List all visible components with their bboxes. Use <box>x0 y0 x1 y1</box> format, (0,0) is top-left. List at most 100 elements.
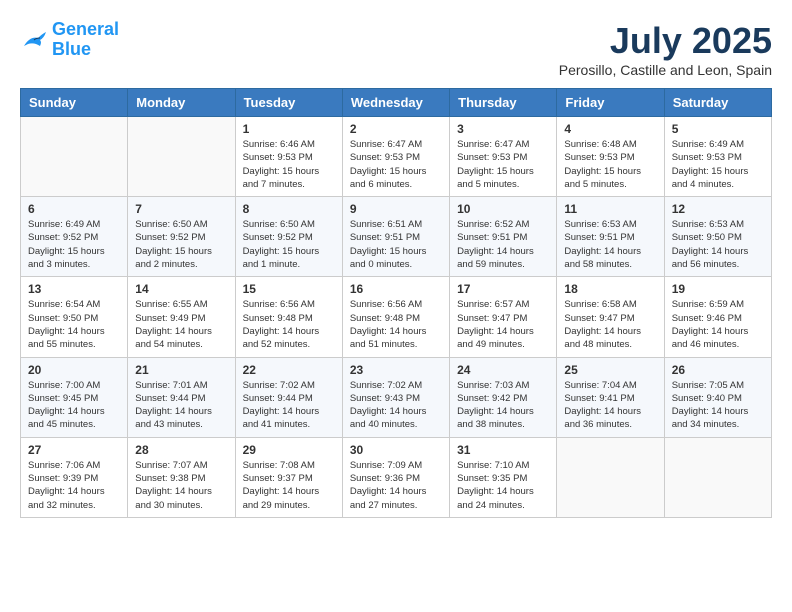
day-number: 27 <box>28 443 120 457</box>
calendar-table: SundayMondayTuesdayWednesdayThursdayFrid… <box>20 88 772 518</box>
day-info: Sunrise: 6:55 AM Sunset: 9:49 PM Dayligh… <box>135 298 227 351</box>
day-number: 9 <box>350 202 442 216</box>
day-info: Sunrise: 6:50 AM Sunset: 9:52 PM Dayligh… <box>243 218 335 271</box>
calendar-cell: 20Sunrise: 7:00 AM Sunset: 9:45 PM Dayli… <box>21 357 128 437</box>
day-number: 21 <box>135 363 227 377</box>
calendar-cell: 15 Sunrise: 6:56 AM Sunset: 9:48 PM Dayli… <box>235 277 342 357</box>
calendar-cell: 9 Sunrise: 6:51 AM Sunset: 9:51 PM Daylig… <box>342 197 449 277</box>
day-number: 25 <box>564 363 656 377</box>
day-number: 29 <box>243 443 335 457</box>
day-number: 31 <box>457 443 549 457</box>
month-title: July 2025 <box>559 20 772 62</box>
day-number: 17 <box>457 282 549 296</box>
day-number: 7 <box>135 202 227 216</box>
logo: General Blue <box>20 20 119 60</box>
day-info: Sunrise: 6:51 AM Sunset: 9:51 PM Dayligh… <box>350 218 442 271</box>
weekday-header-row: SundayMondayTuesdayWednesdayThursdayFrid… <box>21 89 772 117</box>
calendar-cell: 4 Sunrise: 6:48 AM Sunset: 9:53 PM Daylig… <box>557 117 664 197</box>
weekday-header: Thursday <box>450 89 557 117</box>
day-number: 20 <box>28 363 120 377</box>
calendar-cell: 23 Sunrise: 7:02 AM Sunset: 9:43 PM Dayli… <box>342 357 449 437</box>
calendar-cell: 12 Sunrise: 6:53 AM Sunset: 9:50 PM Dayli… <box>664 197 771 277</box>
day-number: 3 <box>457 122 549 136</box>
logo-text: General Blue <box>52 20 119 60</box>
day-info: Sunrise: 6:54 AM Sunset: 9:50 PM Dayligh… <box>28 298 120 351</box>
page-header: General Blue July 2025 Perosillo, Castil… <box>20 20 772 78</box>
title-section: July 2025 Perosillo, Castille and Leon, … <box>559 20 772 78</box>
day-info: Sunrise: 7:09 AM Sunset: 9:36 PM Dayligh… <box>350 459 442 512</box>
logo-bird-icon <box>20 28 48 52</box>
calendar-cell: 26 Sunrise: 7:05 AM Sunset: 9:40 PM Dayli… <box>664 357 771 437</box>
calendar-cell <box>557 437 664 517</box>
calendar-cell: 5Sunrise: 6:49 AM Sunset: 9:53 PM Daylig… <box>664 117 771 197</box>
day-number: 15 <box>243 282 335 296</box>
calendar-cell: 7Sunrise: 6:50 AM Sunset: 9:52 PM Daylig… <box>128 197 235 277</box>
day-number: 13 <box>28 282 120 296</box>
day-info: Sunrise: 7:10 AM Sunset: 9:35 PM Dayligh… <box>457 459 549 512</box>
calendar-cell: 30 Sunrise: 7:09 AM Sunset: 9:36 PM Dayli… <box>342 437 449 517</box>
weekday-header: Wednesday <box>342 89 449 117</box>
day-info: Sunrise: 7:03 AM Sunset: 9:42 PM Dayligh… <box>457 379 549 432</box>
day-info: Sunrise: 6:46 AM Sunset: 9:53 PM Dayligh… <box>243 138 335 191</box>
calendar-cell: 8 Sunrise: 6:50 AM Sunset: 9:52 PM Daylig… <box>235 197 342 277</box>
day-info: Sunrise: 6:52 AM Sunset: 9:51 PM Dayligh… <box>457 218 549 271</box>
calendar-cell: 22 Sunrise: 7:02 AM Sunset: 9:44 PM Dayli… <box>235 357 342 437</box>
day-number: 8 <box>243 202 335 216</box>
calendar-cell <box>128 117 235 197</box>
weekday-header: Friday <box>557 89 664 117</box>
day-info: Sunrise: 6:48 AM Sunset: 9:53 PM Dayligh… <box>564 138 656 191</box>
calendar-cell: 17 Sunrise: 6:57 AM Sunset: 9:47 PM Dayli… <box>450 277 557 357</box>
calendar-cell: 28 Sunrise: 7:07 AM Sunset: 9:38 PM Dayli… <box>128 437 235 517</box>
weekday-header: Saturday <box>664 89 771 117</box>
day-info: Sunrise: 6:49 AM Sunset: 9:52 PM Dayligh… <box>28 218 120 271</box>
day-number: 28 <box>135 443 227 457</box>
day-number: 23 <box>350 363 442 377</box>
day-info: Sunrise: 7:06 AM Sunset: 9:39 PM Dayligh… <box>28 459 120 512</box>
calendar-cell: 19 Sunrise: 6:59 AM Sunset: 9:46 PM Dayli… <box>664 277 771 357</box>
day-number: 14 <box>135 282 227 296</box>
calendar-cell: 16Sunrise: 6:56 AM Sunset: 9:48 PM Dayli… <box>342 277 449 357</box>
day-info: Sunrise: 6:53 AM Sunset: 9:50 PM Dayligh… <box>672 218 764 271</box>
day-number: 22 <box>243 363 335 377</box>
day-info: Sunrise: 7:07 AM Sunset: 9:38 PM Dayligh… <box>135 459 227 512</box>
calendar-cell: 10Sunrise: 6:52 AM Sunset: 9:51 PM Dayli… <box>450 197 557 277</box>
day-number: 18 <box>564 282 656 296</box>
calendar-week-row: 20Sunrise: 7:00 AM Sunset: 9:45 PM Dayli… <box>21 357 772 437</box>
day-number: 4 <box>564 122 656 136</box>
calendar-cell <box>664 437 771 517</box>
calendar-cell: 21Sunrise: 7:01 AM Sunset: 9:44 PM Dayli… <box>128 357 235 437</box>
day-number: 1 <box>243 122 335 136</box>
day-number: 12 <box>672 202 764 216</box>
day-info: Sunrise: 6:57 AM Sunset: 9:47 PM Dayligh… <box>457 298 549 351</box>
weekday-header: Monday <box>128 89 235 117</box>
day-number: 16 <box>350 282 442 296</box>
weekday-header: Tuesday <box>235 89 342 117</box>
day-number: 19 <box>672 282 764 296</box>
day-info: Sunrise: 7:05 AM Sunset: 9:40 PM Dayligh… <box>672 379 764 432</box>
day-info: Sunrise: 7:02 AM Sunset: 9:43 PM Dayligh… <box>350 379 442 432</box>
calendar-week-row: 27 Sunrise: 7:06 AM Sunset: 9:39 PM Dayli… <box>21 437 772 517</box>
calendar-cell: 11 Sunrise: 6:53 AM Sunset: 9:51 PM Dayli… <box>557 197 664 277</box>
day-number: 26 <box>672 363 764 377</box>
calendar-cell: 25Sunrise: 7:04 AM Sunset: 9:41 PM Dayli… <box>557 357 664 437</box>
day-info: Sunrise: 6:53 AM Sunset: 9:51 PM Dayligh… <box>564 218 656 271</box>
day-info: Sunrise: 6:59 AM Sunset: 9:46 PM Dayligh… <box>672 298 764 351</box>
day-info: Sunrise: 6:56 AM Sunset: 9:48 PM Dayligh… <box>243 298 335 351</box>
calendar-cell: 18Sunrise: 6:58 AM Sunset: 9:47 PM Dayli… <box>557 277 664 357</box>
day-info: Sunrise: 6:47 AM Sunset: 9:53 PM Dayligh… <box>457 138 549 191</box>
calendar-cell: 31 Sunrise: 7:10 AM Sunset: 9:35 PM Dayli… <box>450 437 557 517</box>
calendar-cell: 2Sunrise: 6:47 AM Sunset: 9:53 PM Daylig… <box>342 117 449 197</box>
day-number: 30 <box>350 443 442 457</box>
calendar-cell: 13 Sunrise: 6:54 AM Sunset: 9:50 PM Dayli… <box>21 277 128 357</box>
calendar-cell: 6Sunrise: 6:49 AM Sunset: 9:52 PM Daylig… <box>21 197 128 277</box>
weekday-header: Sunday <box>21 89 128 117</box>
day-number: 2 <box>350 122 442 136</box>
day-number: 24 <box>457 363 549 377</box>
calendar-cell: 24 Sunrise: 7:03 AM Sunset: 9:42 PM Dayli… <box>450 357 557 437</box>
calendar-cell: 29 Sunrise: 7:08 AM Sunset: 9:37 PM Dayli… <box>235 437 342 517</box>
day-info: Sunrise: 7:02 AM Sunset: 9:44 PM Dayligh… <box>243 379 335 432</box>
day-number: 11 <box>564 202 656 216</box>
calendar-cell: 3 Sunrise: 6:47 AM Sunset: 9:53 PM Daylig… <box>450 117 557 197</box>
day-info: Sunrise: 7:08 AM Sunset: 9:37 PM Dayligh… <box>243 459 335 512</box>
calendar-week-row: 6Sunrise: 6:49 AM Sunset: 9:52 PM Daylig… <box>21 197 772 277</box>
